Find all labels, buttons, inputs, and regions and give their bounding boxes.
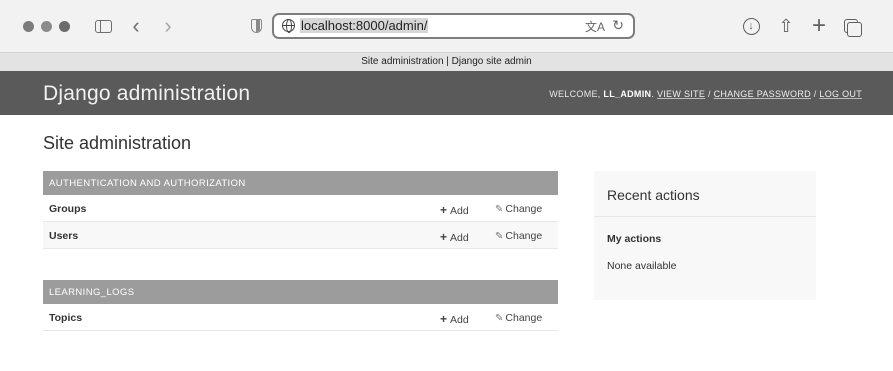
divider [594,216,816,217]
address-bar[interactable]: localhost:8000/admin/ 文A ↻ [272,13,635,39]
welcome-text: WELCOME, [549,89,601,99]
view-site-link[interactable]: VIEW SITE [657,89,705,99]
globe-icon [282,19,295,33]
back-icon[interactable]: ‹ [125,12,147,40]
model-row-topics: Topics + Add ✎ Change [43,304,558,331]
separator: / [813,89,817,99]
plus-icon: + [440,230,448,244]
add-groups-link[interactable]: + Add [440,203,469,217]
app-module-auth: AUTHENTICATION AND AUTHORIZATION Groups … [43,171,558,249]
username: LL_ADMIN [603,89,652,99]
module-caption[interactable]: AUTHENTICATION AND AUTHORIZATION [43,171,558,195]
privacy-shield-icon[interactable] [245,12,267,40]
model-row-groups: Groups + Add ✎ Change [43,195,558,222]
recent-actions-panel: Recent actions My actions None available [594,171,816,300]
close-window-button[interactable] [23,21,34,32]
tab-strip: Site administration | Django site admin [0,52,893,71]
change-topics-link[interactable]: ✎ Change [495,312,542,324]
model-link-topics[interactable]: Topics [49,312,82,324]
plus-icon: + [440,312,448,326]
change-password-link[interactable]: CHANGE PASSWORD [714,89,811,99]
tab-title[interactable]: Site administration | Django site admin [0,56,893,67]
log-out-link[interactable]: LOG OUT [819,89,862,99]
new-tab-icon[interactable]: + [808,12,830,40]
model-row-users: Users + Add ✎ Change [43,222,558,249]
app-module-learning-logs: LEARNING_LOGS Topics + Add ✎ Change [43,280,558,331]
maximize-window-button[interactable] [59,21,70,32]
no-actions-text: None available [607,260,677,272]
site-branding[interactable]: Django administration [43,82,250,106]
my-actions-heading: My actions [607,233,662,245]
reload-icon[interactable]: ↻ [612,17,624,34]
page-title: Site administration [43,133,192,153]
change-groups-link[interactable]: ✎ Change [495,203,542,215]
pencil-icon: ✎ [495,313,504,324]
site-header: Django administration WELCOME, LL_ADMIN.… [0,71,893,115]
model-link-groups[interactable]: Groups [49,203,86,215]
model-link-users[interactable]: Users [49,230,78,242]
browser-toolbar: ‹ › localhost:8000/admin/ 文A ↻ ↓ ⇧ + [0,0,893,52]
tab-overview-icon[interactable] [840,12,862,40]
add-topics-link[interactable]: + Add [440,312,469,326]
pencil-icon: ✎ [495,204,504,215]
module-caption[interactable]: LEARNING_LOGS [43,280,558,304]
plus-icon: + [440,203,448,217]
user-tools: WELCOME, LL_ADMIN. VIEW SITE / CHANGE PA… [549,89,862,99]
minimize-window-button[interactable] [41,21,52,32]
url-text[interactable]: localhost:8000/admin/ [300,18,429,33]
share-icon[interactable]: ⇧ [775,12,797,40]
sidebar-toggle-icon[interactable] [92,12,114,40]
translate-icon[interactable]: 文A [585,18,605,35]
recent-actions-title: Recent actions [607,187,700,203]
change-users-link[interactable]: ✎ Change [495,230,542,242]
add-users-link[interactable]: + Add [440,230,469,244]
download-icon[interactable]: ↓ [740,12,762,40]
forward-icon[interactable]: › [157,12,179,40]
separator: / [707,89,711,99]
pencil-icon: ✎ [495,231,504,242]
